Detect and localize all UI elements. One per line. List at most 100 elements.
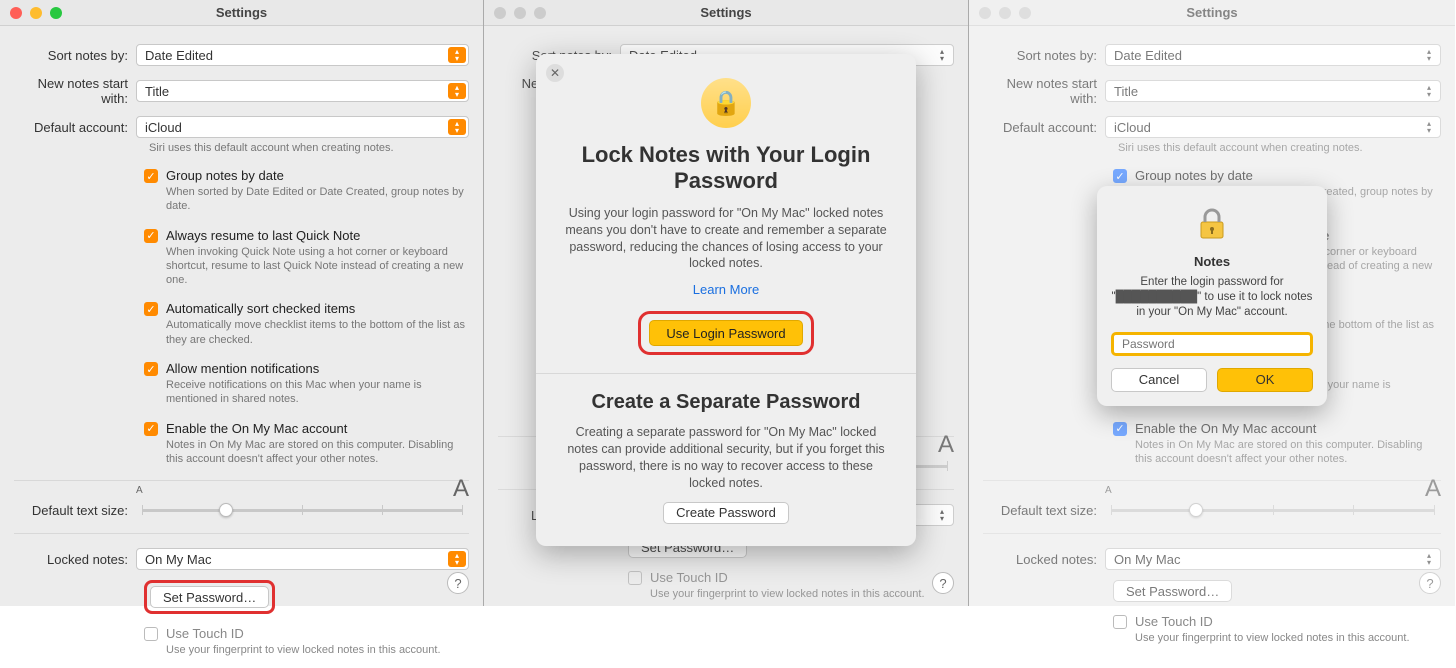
locked-notes-select[interactable]: On My Mac ▴▾ — [136, 548, 469, 570]
mention-desc: Receive notifications on this Mac when y… — [166, 378, 469, 407]
onmymac-desc: Notes in On My Mac are stored on this co… — [166, 438, 469, 467]
slider-thumb[interactable] — [219, 503, 233, 517]
default-account-value: iCloud — [145, 120, 182, 135]
mention-checkbox[interactable]: ✓ — [144, 362, 158, 376]
default-account-label: Default account: — [14, 120, 136, 135]
new-notes-value: Title — [1114, 84, 1138, 99]
group-by-date-title: Group notes by date — [1135, 168, 1253, 183]
big-a-icon: A — [453, 475, 469, 503]
use-login-password-button[interactable]: Use Login Password — [649, 320, 802, 346]
chevron-updown-icon: ▴▾ — [933, 47, 951, 63]
touch-id-checkbox — [144, 627, 158, 641]
locked-notes-value: On My Mac — [145, 552, 211, 567]
separate-password-body: Creating a separate password for "On My … — [560, 424, 892, 492]
new-notes-label: New notes start with: — [983, 76, 1105, 106]
chevron-updown-icon: ▴▾ — [448, 47, 466, 63]
autosort-checkbox[interactable]: ✓ — [144, 302, 158, 316]
default-account-value: iCloud — [1114, 120, 1151, 135]
lock-title: Lock Notes with Your Login Password — [556, 142, 896, 195]
sort-notes-select[interactable]: Date Edited ▴▾ — [136, 44, 469, 66]
onmymac-title: Enable the On My Mac account — [166, 421, 347, 436]
quicknote-checkbox[interactable]: ✓ — [144, 229, 158, 243]
chevron-updown-icon: ▴▾ — [933, 507, 951, 523]
touch-id-desc: Use your fingerprint to view locked note… — [1135, 631, 1441, 645]
touch-id-checkbox — [1113, 615, 1127, 629]
new-notes-value: Title — [145, 84, 169, 99]
small-a-icon: A — [1105, 485, 1112, 496]
help-button[interactable]: ? — [1419, 572, 1441, 594]
new-notes-select[interactable]: Title ▴▾ — [1105, 80, 1441, 102]
big-a-icon: A — [938, 431, 954, 459]
text-size-label: Default text size: — [14, 503, 136, 518]
new-notes-select[interactable]: Title ▴▾ — [136, 80, 469, 102]
big-a-icon: A — [1425, 475, 1441, 503]
divider — [14, 533, 469, 534]
divider — [983, 533, 1441, 534]
chevron-updown-icon: ▴▾ — [1420, 47, 1438, 63]
touch-id-title: Use Touch ID — [650, 570, 728, 585]
mention-title: Allow mention notifications — [166, 361, 319, 376]
chevron-updown-icon: ▴▾ — [448, 119, 466, 135]
set-password-button[interactable]: Set Password… — [1113, 580, 1232, 602]
chevron-updown-icon: ▴▾ — [1420, 119, 1438, 135]
sort-notes-select[interactable]: Date Edited ▴▾ — [1105, 44, 1441, 66]
touch-id-checkbox — [628, 571, 642, 585]
slider-thumb[interactable] — [1189, 503, 1203, 517]
touch-id-title: Use Touch ID — [1135, 614, 1213, 629]
locked-notes-label: Locked notes: — [983, 552, 1105, 567]
group-by-date-desc: When sorted by Date Edited or Date Creat… — [166, 185, 469, 214]
autosort-desc: Automatically move checklist items to th… — [166, 318, 469, 347]
ok-button[interactable]: OK — [1217, 368, 1313, 392]
sort-notes-value: Date Edited — [1114, 48, 1182, 63]
locked-notes-select[interactable]: On My Mac ▴▾ — [1105, 548, 1441, 570]
onmymac-title: Enable the On My Mac account — [1135, 421, 1316, 436]
window-title: Settings — [0, 5, 483, 20]
default-account-label: Default account: — [983, 120, 1105, 135]
cancel-button[interactable]: Cancel — [1111, 368, 1207, 392]
quicknote-title: Always resume to last Quick Note — [166, 228, 360, 243]
default-account-helper: Siri uses this default account when crea… — [149, 142, 469, 154]
close-icon[interactable]: ✕ — [546, 64, 564, 82]
touch-id-title: Use Touch ID — [166, 626, 244, 641]
chevron-updown-icon: ▴▾ — [448, 551, 466, 567]
group-by-date-title: Group notes by date — [166, 168, 284, 183]
learn-more-link[interactable]: Learn More — [556, 282, 896, 297]
set-password-button[interactable]: Set Password… — [150, 586, 269, 608]
divider — [536, 373, 916, 374]
help-button[interactable]: ? — [447, 572, 469, 594]
small-a-icon: A — [136, 485, 143, 496]
text-size-slider[interactable] — [142, 509, 463, 512]
new-notes-label: New notes start with: — [14, 76, 136, 106]
lock-icon: 🔒 — [701, 78, 751, 128]
sort-notes-value: Date Edited — [145, 48, 213, 63]
password-dialog: Notes Enter the login password for "████… — [1097, 186, 1327, 406]
divider — [983, 480, 1441, 481]
create-password-button[interactable]: Create Password — [663, 502, 789, 524]
lock-notes-sheet: ✕ 🔒 Lock Notes with Your Login Password … — [536, 54, 916, 546]
sort-notes-label: Sort notes by: — [14, 48, 136, 63]
autosort-title: Automatically sort checked items — [166, 301, 355, 316]
locked-notes-value: On My Mac — [1114, 552, 1180, 567]
quicknote-desc: When invoking Quick Note using a hot cor… — [166, 245, 469, 288]
onmymac-checkbox[interactable]: ✓ — [144, 422, 158, 436]
help-button[interactable]: ? — [932, 572, 954, 594]
touch-id-desc: Use your fingerprint to view locked note… — [650, 587, 954, 601]
default-account-select[interactable]: iCloud ▴▾ — [136, 116, 469, 138]
touch-id-desc: Use your fingerprint to view locked note… — [166, 643, 469, 657]
onmymac-checkbox[interactable]: ✓ — [1113, 422, 1127, 436]
dialog-title: Notes — [1111, 254, 1313, 269]
locked-notes-label: Locked notes: — [14, 552, 136, 567]
group-by-date-checkbox[interactable]: ✓ — [1113, 169, 1127, 183]
lock-body: Using your login password for "On My Mac… — [560, 205, 892, 273]
group-by-date-checkbox[interactable]: ✓ — [144, 169, 158, 183]
password-input[interactable] — [1111, 332, 1313, 356]
window-title: Settings — [484, 5, 968, 20]
text-size-label: Default text size: — [983, 503, 1105, 518]
default-account-helper: Siri uses this default account when crea… — [1118, 142, 1441, 154]
default-account-select[interactable]: iCloud ▴▾ — [1105, 116, 1441, 138]
chevron-updown-icon: ▴▾ — [448, 83, 466, 99]
chevron-updown-icon: ▴▾ — [1420, 551, 1438, 567]
separate-password-title: Create a Separate Password — [556, 390, 896, 414]
chevron-updown-icon: ▴▾ — [1420, 83, 1438, 99]
text-size-slider[interactable] — [1111, 509, 1435, 512]
